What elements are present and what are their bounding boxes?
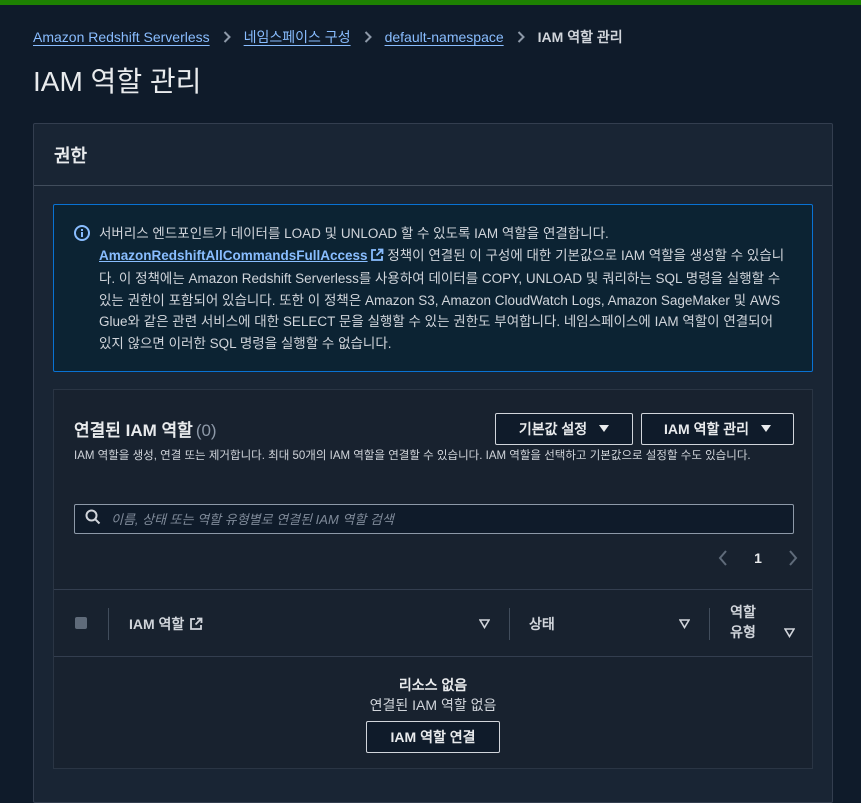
info-icon xyxy=(74,225,90,241)
breadcrumb-redshift-serverless[interactable]: Amazon Redshift Serverless xyxy=(33,29,210,45)
info-alert: 서버리스 엔드포인트가 데이터를 LOAD 및 UNLOAD 할 수 있도록 I… xyxy=(53,204,813,372)
breadcrumb: Amazon Redshift Serverless 네임스페이스 구성 def… xyxy=(33,27,623,47)
chevron-right-icon xyxy=(517,31,525,43)
column-header-role-type-line2: 유형 xyxy=(730,624,756,640)
empty-state-subtitle: 연결된 IAM 역할 없음 xyxy=(369,697,497,713)
column-header-iam-role-label: IAM 역할 xyxy=(129,616,185,632)
chevron-right-icon xyxy=(223,31,231,43)
policy-link-label: AmazonRedshiftAllCommandsFullAccess xyxy=(99,247,368,263)
breadcrumb-current: IAM 역할 관리 xyxy=(537,29,623,45)
breadcrumb-default-namespace[interactable]: default-namespace xyxy=(385,29,504,45)
manage-iam-roles-button[interactable]: IAM 역할 관리 xyxy=(641,413,794,445)
external-link-icon xyxy=(189,617,203,631)
select-all-checkbox[interactable] xyxy=(75,617,87,629)
table-header: IAM 역할 상태 역할 유형 xyxy=(54,589,812,657)
sort-caret-icon[interactable] xyxy=(679,619,690,629)
attach-iam-role-button[interactable]: IAM 역할 연결 xyxy=(366,721,500,753)
column-header-iam-role[interactable]: IAM 역할 xyxy=(129,614,203,634)
policy-link[interactable]: AmazonRedshiftAllCommandsFullAccess xyxy=(99,248,384,263)
breadcrumb-namespace-config[interactable]: 네임스페이스 구성 xyxy=(244,27,351,47)
external-link-icon xyxy=(370,247,384,269)
column-divider xyxy=(509,608,510,640)
caret-down-icon xyxy=(760,425,771,433)
permissions-header: 권한 xyxy=(34,124,832,186)
search-icon xyxy=(85,509,101,530)
manage-iam-roles-button-label: IAM 역할 관리 xyxy=(664,421,749,437)
pagination: 1 xyxy=(718,546,798,570)
next-page-button[interactable] xyxy=(788,550,798,566)
caret-down-icon xyxy=(599,425,610,433)
previous-page-button[interactable] xyxy=(718,550,728,566)
column-header-role-type[interactable]: 역할 유형 xyxy=(726,602,760,642)
set-default-button-label: 기본값 설정 xyxy=(518,421,588,437)
alert-text-intro: 서버리스 엔드포인트가 데이터를 LOAD 및 UNLOAD 할 수 있도록 I… xyxy=(99,226,609,241)
attached-roles-description: IAM 역할을 생성, 연결 또는 제거합니다. 최대 50개의 IAM 역할을… xyxy=(74,450,751,462)
set-default-button[interactable]: 기본값 설정 xyxy=(495,413,633,445)
attached-roles-panel: 연결된 IAM 역할 (0) 기본값 설정 IAM 역할 관리 IAM 역할을 생… xyxy=(53,389,813,769)
empty-state: 리소스 없음 연결된 IAM 역할 없음 IAM 역할 연결 xyxy=(54,675,812,753)
sort-caret-icon[interactable] xyxy=(479,619,490,629)
attached-roles-count: (0) xyxy=(195,421,217,440)
empty-state-title: 리소스 없음 xyxy=(398,677,468,693)
column-header-role-type-line1: 역할 xyxy=(730,604,756,620)
role-search-input[interactable] xyxy=(109,510,793,528)
column-divider xyxy=(108,608,109,640)
role-search-box xyxy=(74,504,794,534)
sort-caret-icon[interactable] xyxy=(784,628,795,638)
column-divider xyxy=(709,608,710,640)
current-page-number[interactable]: 1 xyxy=(754,550,762,566)
page-title: IAM 역할 관리 xyxy=(33,66,202,97)
attached-roles-title-text: 연결된 IAM 역할 xyxy=(74,421,193,440)
attach-iam-role-button-label: IAM 역할 연결 xyxy=(390,729,476,745)
attached-roles-title: 연결된 IAM 역할 (0) xyxy=(74,416,217,441)
column-header-status[interactable]: 상태 xyxy=(529,614,555,634)
permissions-container: 권한 서버리스 엔드포인트가 데이터를 LOAD 및 UNLOAD 할 수 있도… xyxy=(33,123,833,803)
chevron-right-icon xyxy=(364,31,372,43)
permissions-heading: 권한 xyxy=(54,145,88,166)
top-accent-bar xyxy=(0,0,861,5)
column-header-status-label: 상태 xyxy=(529,616,555,632)
